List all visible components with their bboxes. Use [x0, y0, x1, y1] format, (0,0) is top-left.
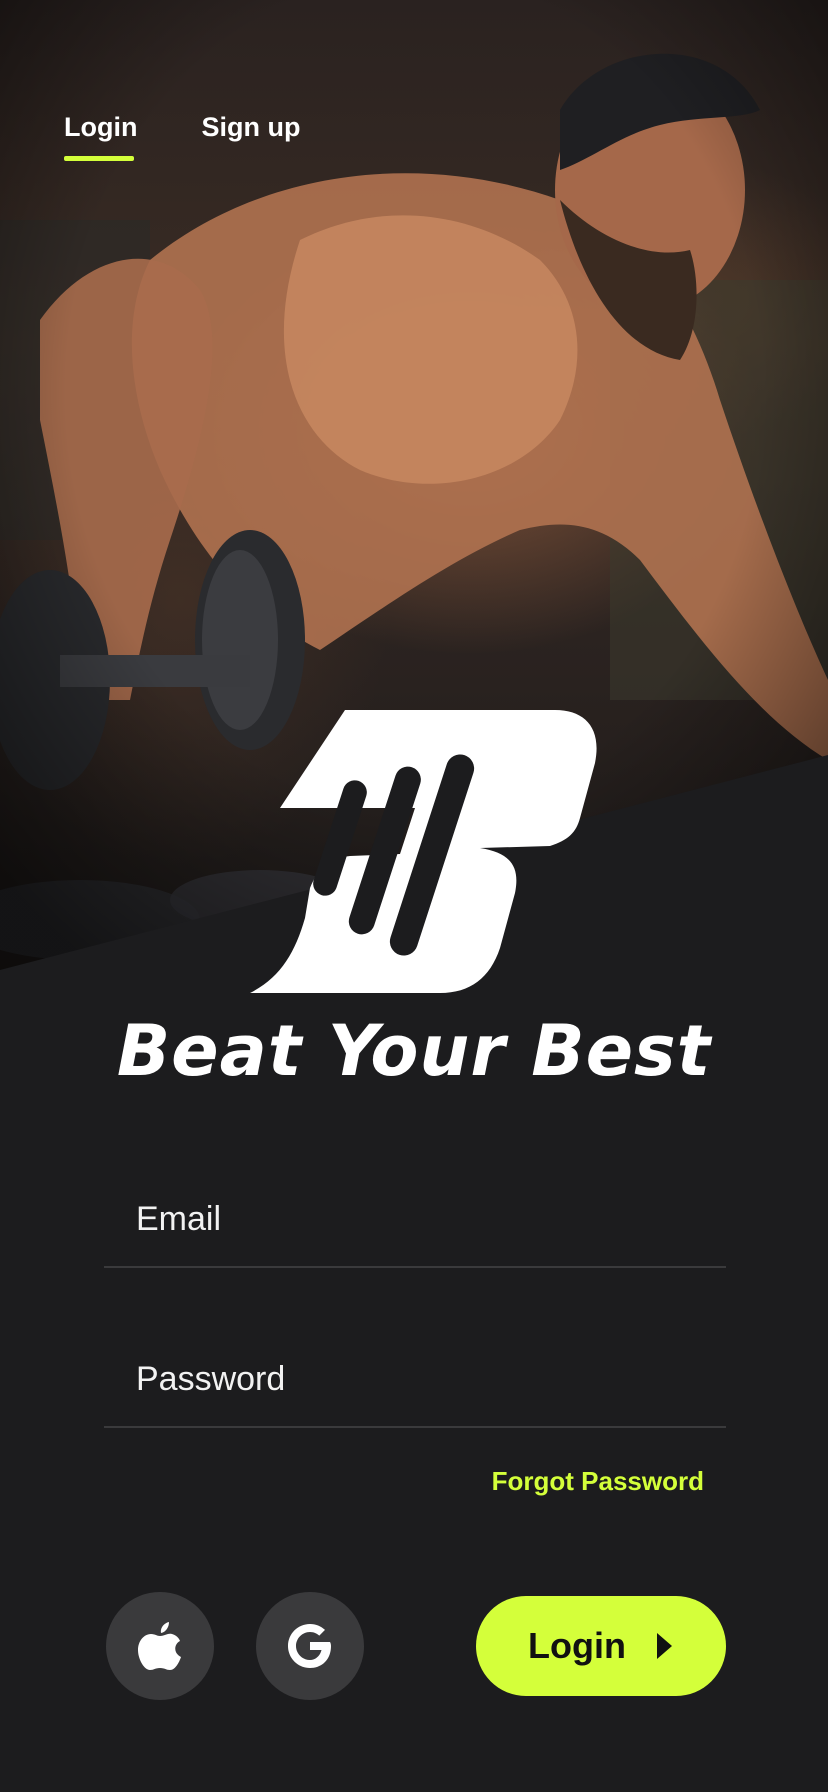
tab-sign-up[interactable]: Sign up — [201, 112, 300, 161]
email-input[interactable] — [136, 1194, 696, 1244]
password-input[interactable] — [136, 1354, 696, 1404]
google-icon — [288, 1624, 331, 1668]
apple-sign-in-button[interactable] — [106, 1592, 214, 1700]
google-sign-in-button[interactable] — [256, 1592, 364, 1700]
brand-tagline: Beat Your Best — [116, 1010, 712, 1092]
password-field-container — [104, 1332, 726, 1428]
brand-logo — [250, 710, 597, 993]
login-button-label: Login — [528, 1625, 626, 1666]
apple-icon — [138, 1622, 181, 1670]
auth-tabs: Login Sign up — [64, 112, 300, 161]
tab-login[interactable]: Login — [64, 112, 137, 161]
play-arrow-icon — [656, 1633, 672, 1659]
forgot-password-link[interactable]: Forgot Password — [492, 1466, 704, 1497]
email-field-container — [104, 1172, 726, 1268]
login-screen: Login Sign up Beat Your Best Forgot Pass… — [0, 0, 828, 1792]
login-button[interactable]: Login — [476, 1596, 726, 1696]
